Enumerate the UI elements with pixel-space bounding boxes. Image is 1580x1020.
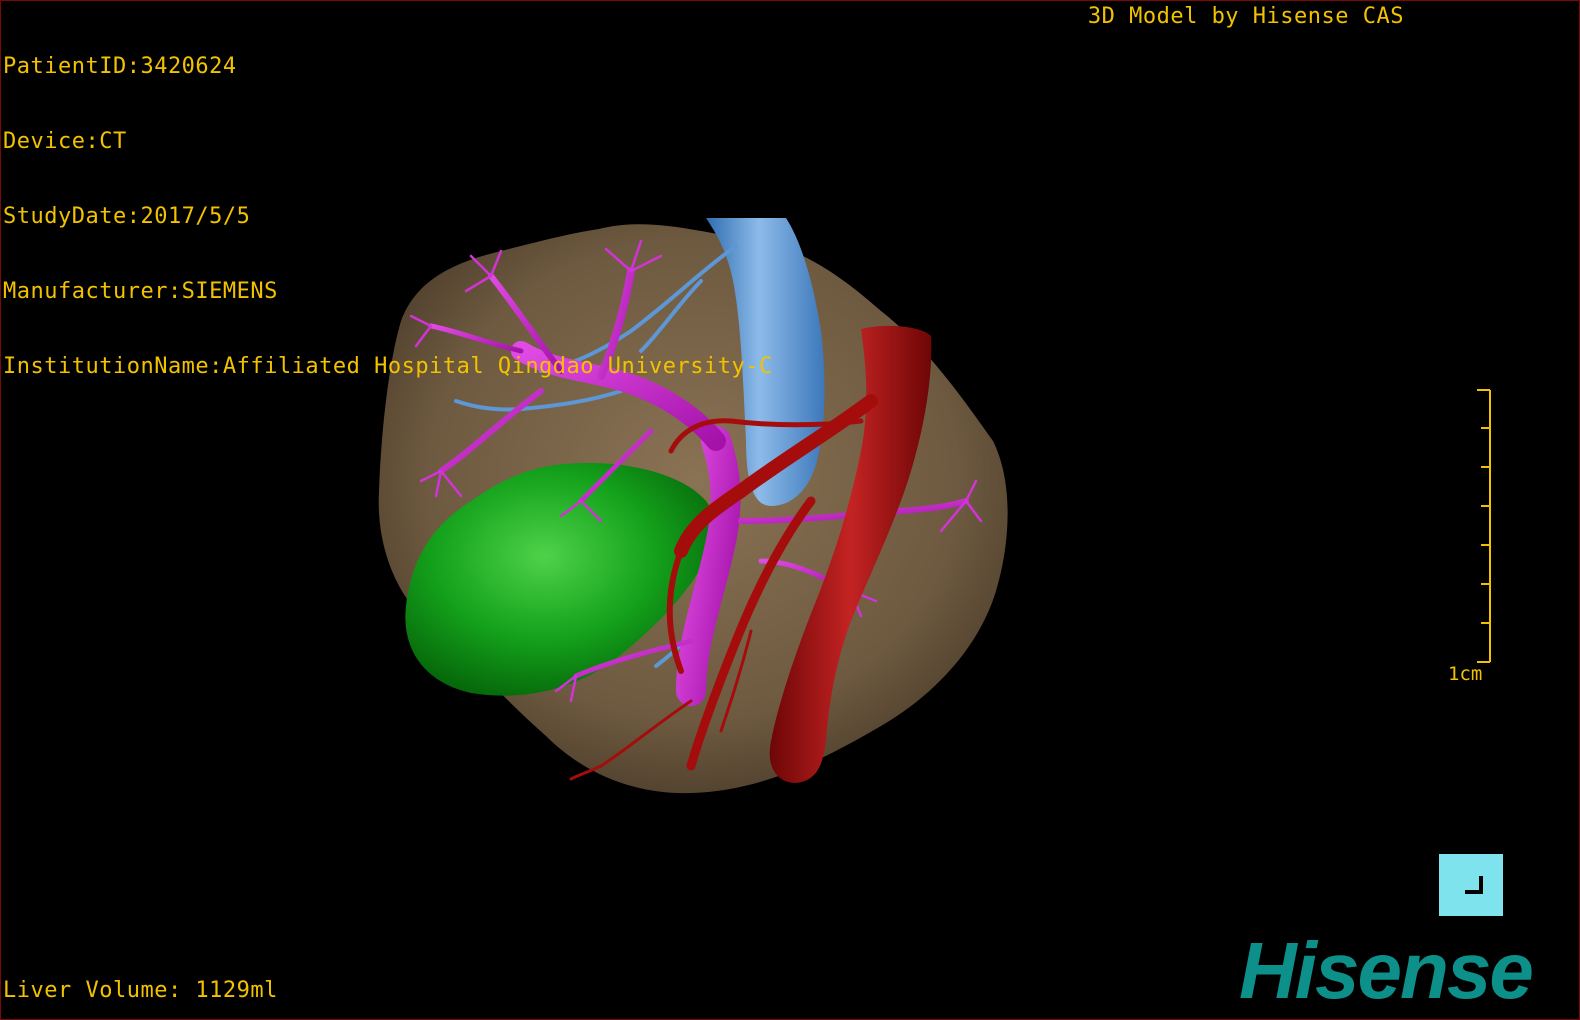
- study-date: StudyDate:2017/5/5: [3, 204, 251, 229]
- view-toggle-button[interactable]: [1439, 854, 1503, 916]
- patient-id: PatientID:3420624: [3, 54, 237, 79]
- device: Device:CT: [3, 129, 127, 154]
- dicom-info: PatientID:3420624 Device:CT StudyDate:20…: [3, 4, 773, 429]
- model-brand-label: 3D Model by Hisense CAS: [1087, 4, 1404, 29]
- 3d-viewport[interactable]: PatientID:3420624 Device:CT StudyDate:20…: [0, 0, 1580, 1020]
- hisense-logo: Hisense: [1239, 926, 1534, 1015]
- scale-label: 1cm: [1448, 663, 1483, 685]
- liver-volume: Liver Volume: 1129ml: [3, 978, 278, 1003]
- scale-bar: [1477, 389, 1491, 663]
- manufacturer: Manufacturer:SIEMENS: [3, 279, 278, 304]
- corner-bracket-icon: [1465, 876, 1483, 894]
- institution-name: InstitutionName:Affiliated Hospital Qing…: [3, 354, 773, 379]
